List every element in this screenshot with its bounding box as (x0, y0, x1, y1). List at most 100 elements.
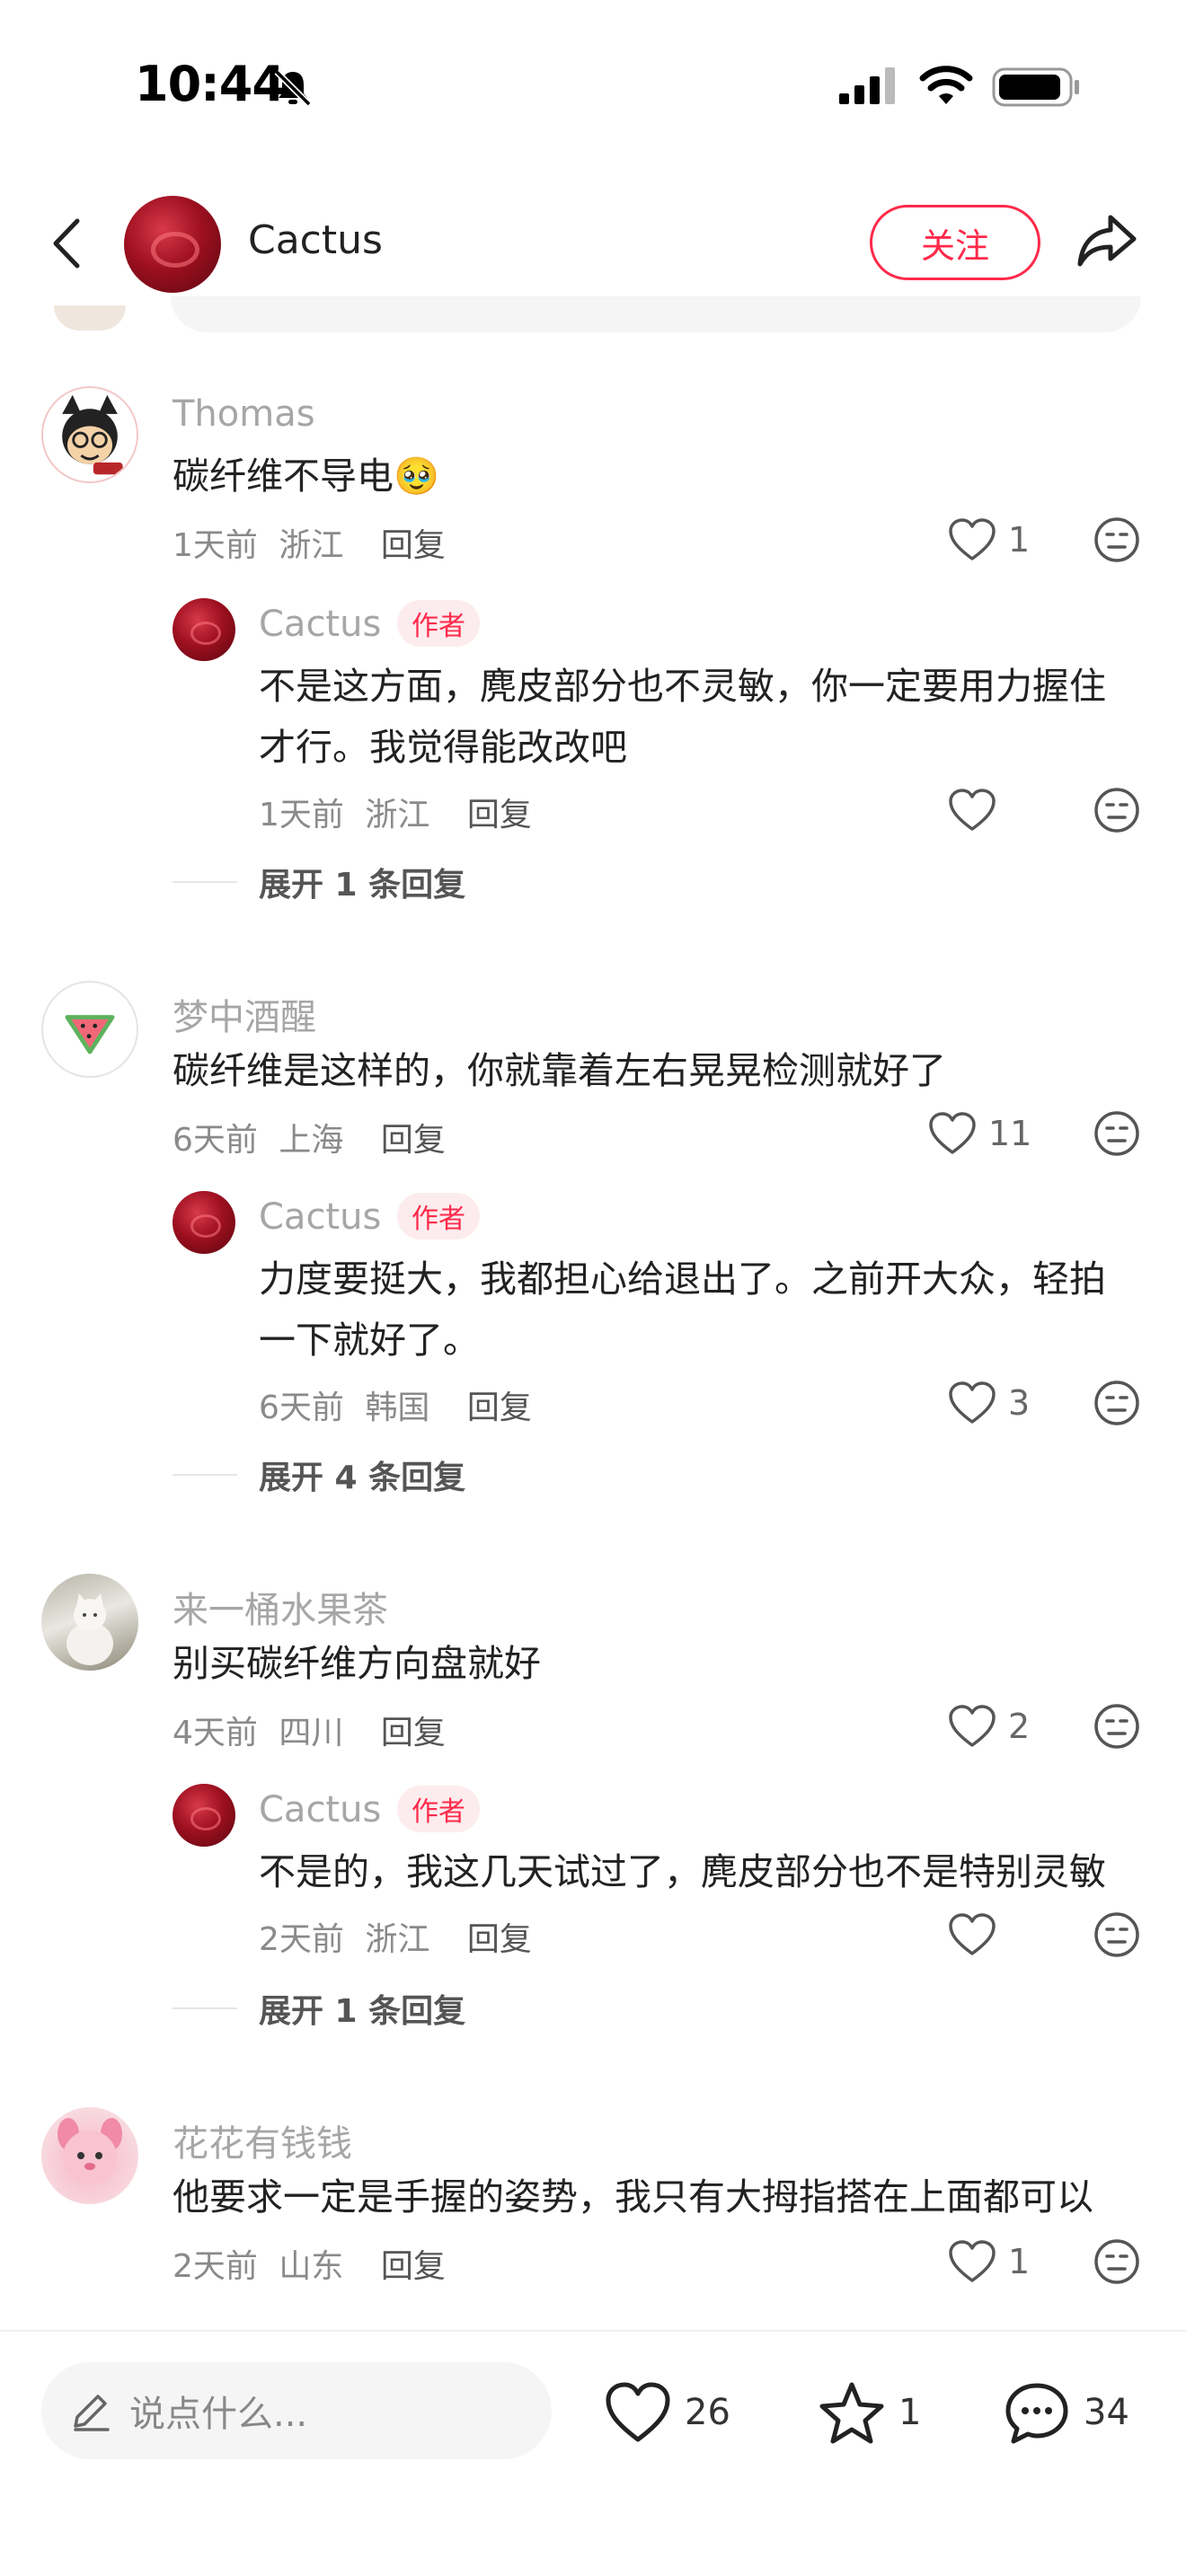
pen-icon (74, 2395, 110, 2431)
comment-time: 1天前 (173, 527, 258, 564)
reply-location: 韩国 (365, 1389, 430, 1426)
status-time: 10:44 (135, 56, 286, 112)
neutral-face-icon[interactable] (1093, 1379, 1141, 1427)
like-button[interactable] (947, 783, 1008, 837)
author-avatar[interactable] (124, 196, 221, 293)
reply-time: 1天前 (259, 797, 344, 834)
expand-replies[interactable]: 展开 4 条回复 (173, 1451, 465, 1498)
comment-text[interactable]: 别买碳纤维方向盘就好 (173, 1633, 541, 1694)
comment-author[interactable]: 梦中酒醒 (173, 988, 316, 1040)
reply-author[interactable]: Cactus (259, 1196, 381, 1238)
author-name[interactable]: Cactus (248, 217, 383, 263)
comment-meta: 1天前 浙江 回复 (173, 519, 446, 566)
like-button[interactable]: 2 (947, 1699, 1030, 1753)
reply-button[interactable]: 回复 (381, 527, 446, 564)
star-icon (819, 2382, 884, 2444)
comments-button[interactable]: 34 (1003, 2377, 1129, 2448)
expand-replies-label: 展开 1 条回复 (259, 1993, 466, 2030)
reply-avatar[interactable] (173, 1191, 235, 1254)
reply-location: 浙江 (365, 1921, 430, 1958)
cartoon-face-icon (62, 394, 123, 475)
reply-button[interactable]: 回复 (381, 2248, 446, 2285)
like-count: 3 (1008, 1383, 1031, 1423)
comment-input[interactable]: 说点什么... (41, 2362, 552, 2459)
reply-text[interactable]: 不是的，我这几天试过了，麂皮部分也不是特别灵敏 (259, 1841, 1130, 1902)
heart-icon (949, 1381, 996, 1424)
heart-icon (606, 2382, 670, 2442)
like-button[interactable]: 3 (947, 1376, 1030, 1430)
comment-count: 34 (1084, 2392, 1129, 2433)
reply-button[interactable]: 回复 (381, 1715, 446, 1751)
comment-time: 6天前 (173, 1122, 258, 1159)
reply-avatar[interactable] (173, 1784, 235, 1847)
reply-button[interactable]: 回复 (467, 1921, 532, 1958)
like-count: 1 (1008, 2242, 1031, 2281)
bell-off-icon (274, 69, 312, 107)
favorite-button[interactable]: 1 (818, 2377, 921, 2448)
like-post-button[interactable]: 26 (604, 2377, 730, 2448)
avatar[interactable] (41, 2107, 138, 2204)
reply-author[interactable]: Cactus (259, 1789, 381, 1831)
neutral-face-icon[interactable] (1093, 516, 1141, 564)
comment-time: 2天前 (173, 2248, 258, 2285)
expand-replies-label: 展开 4 条回复 (259, 1460, 466, 1496)
neutral-face-icon[interactable] (1093, 786, 1141, 834)
heart-icon (949, 2240, 996, 2282)
like-button[interactable]: 1 (947, 2235, 1030, 2289)
heart-icon (929, 1112, 976, 1154)
reply-button[interactable]: 回复 (467, 797, 532, 834)
expand-replies-label: 展开 1 条回复 (259, 867, 466, 904)
back-icon[interactable] (45, 214, 90, 273)
heart-icon (949, 518, 996, 560)
expand-replies[interactable]: 展开 1 条回复 (173, 859, 465, 905)
cat-photo-icon (66, 1593, 113, 1665)
avatar[interactable] (41, 386, 138, 483)
divider (173, 1474, 237, 1476)
post-like-count: 26 (685, 2392, 730, 2433)
like-count: 2 (1008, 1707, 1031, 1746)
comment-meta: 2天前 山东 回复 (173, 2240, 446, 2287)
battery-icon (992, 67, 1079, 107)
comment-meta: 6天前 上海 回复 (173, 1114, 446, 1160)
comment-author[interactable]: 来一桶水果茶 (173, 1581, 388, 1633)
previous-content-edge (171, 296, 1141, 332)
follow-button[interactable]: 关注 (870, 205, 1040, 280)
neutral-face-icon[interactable] (1093, 2237, 1141, 2286)
wifi-icon (919, 66, 973, 104)
reply-time: 6天前 (259, 1389, 344, 1426)
reply-button[interactable]: 回复 (467, 1389, 532, 1426)
share-icon[interactable] (1073, 207, 1141, 275)
divider (173, 881, 237, 883)
comment-location: 山东 (279, 2248, 344, 2285)
reply-text[interactable]: 力度要挺大，我都担心给退出了。之前开大众，轻拍一下就好了。 (259, 1248, 1130, 1371)
neutral-face-icon[interactable] (1093, 1109, 1141, 1158)
comment-author[interactable]: 花花有钱钱 (173, 2114, 352, 2166)
reply-meta: 2天前 浙江 回复 (259, 1913, 532, 1960)
reply-meta: 6天前 韩国 回复 (259, 1381, 532, 1428)
reply-text[interactable]: 不是这方面，麂皮部分也不灵敏，你一定要用力握住才行。我觉得能改改吧 (259, 656, 1130, 778)
reply-avatar[interactable] (173, 598, 235, 661)
chat-bubble-icon (1005, 2383, 1068, 2444)
heart-icon (949, 1913, 996, 1955)
heart-icon (949, 789, 996, 831)
like-count: 1 (1008, 520, 1031, 560)
reply-button[interactable]: 回复 (381, 1122, 446, 1159)
comment-text[interactable]: 他要求一定是手握的姿势，我只有大拇指搭在上面都可以 (173, 2166, 1093, 2228)
like-button[interactable] (947, 1908, 1008, 1962)
previous-avatar-edge (54, 305, 126, 331)
comment-author[interactable]: Thomas (173, 393, 315, 435)
reply-meta: 1天前 浙江 回复 (259, 789, 532, 835)
comment-text[interactable]: 碳纤维是这样的，你就靠着左右晃晃检测就好了 (173, 1040, 946, 1101)
neutral-face-icon[interactable] (1093, 1702, 1141, 1751)
avatar[interactable] (41, 1574, 138, 1671)
comment-text[interactable]: 碳纤维不导电🥹 (173, 446, 439, 507)
like-button[interactable]: 11 (927, 1107, 1031, 1160)
expand-replies[interactable]: 展开 1 条回复 (173, 1985, 465, 2032)
reply-location: 浙江 (365, 797, 430, 834)
avatar[interactable] (41, 981, 138, 1078)
signal-icon (839, 67, 895, 104)
neutral-face-icon[interactable] (1093, 1910, 1141, 1959)
like-button[interactable]: 1 (947, 513, 1030, 567)
reply-author[interactable]: Cactus (259, 604, 381, 645)
comment-location: 上海 (279, 1122, 344, 1159)
